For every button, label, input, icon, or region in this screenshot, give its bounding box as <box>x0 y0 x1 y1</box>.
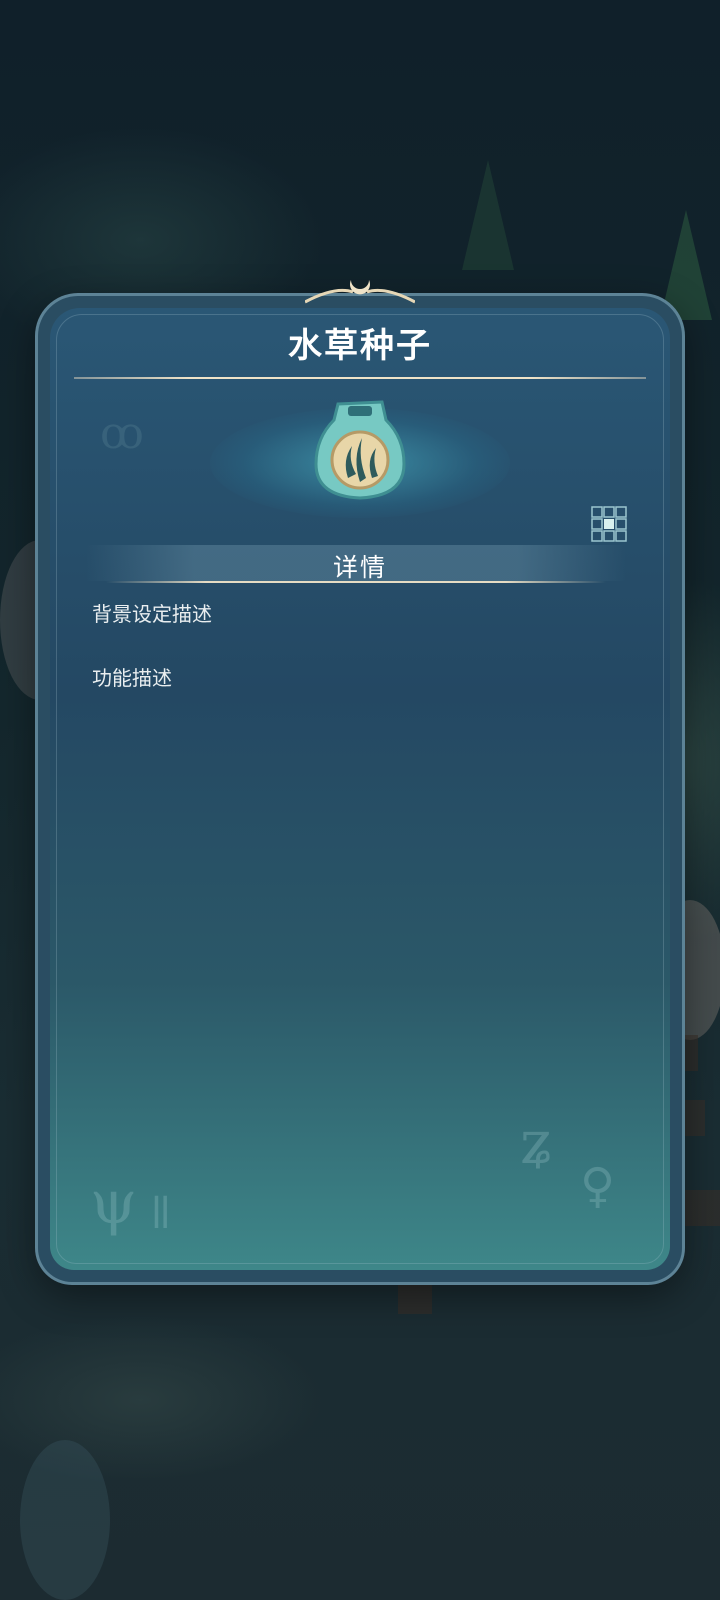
function-description-label: 功能描述 <box>92 666 172 690</box>
panel-crest-ornament <box>305 280 415 304</box>
item-title: 水草种子 <box>288 326 432 366</box>
decorative-rune: ♀ <box>580 1158 616 1214</box>
game-scene-background: ψ ǁ ʑ ♀ ꝏ 水草种子 详情 背景设定描述 功能描述 <box>0 0 720 1600</box>
background-tree <box>462 160 514 270</box>
background-description-label: 背景设定描述 <box>92 602 212 626</box>
grid-view-icon[interactable] <box>591 506 627 542</box>
background-shape <box>20 1440 110 1600</box>
background-tile <box>680 1190 720 1226</box>
decorative-rune: ǁ <box>150 1188 172 1239</box>
details-heading: 详情 <box>332 553 387 582</box>
title-divider <box>74 377 646 379</box>
decorative-rune: ꝏ <box>100 408 144 459</box>
decorative-rune: ʑ <box>520 1108 554 1178</box>
background-tree <box>660 210 712 320</box>
decorative-rune: ψ <box>90 1168 138 1238</box>
background-tile <box>398 1282 432 1314</box>
seed-pouch-icon <box>314 400 406 500</box>
